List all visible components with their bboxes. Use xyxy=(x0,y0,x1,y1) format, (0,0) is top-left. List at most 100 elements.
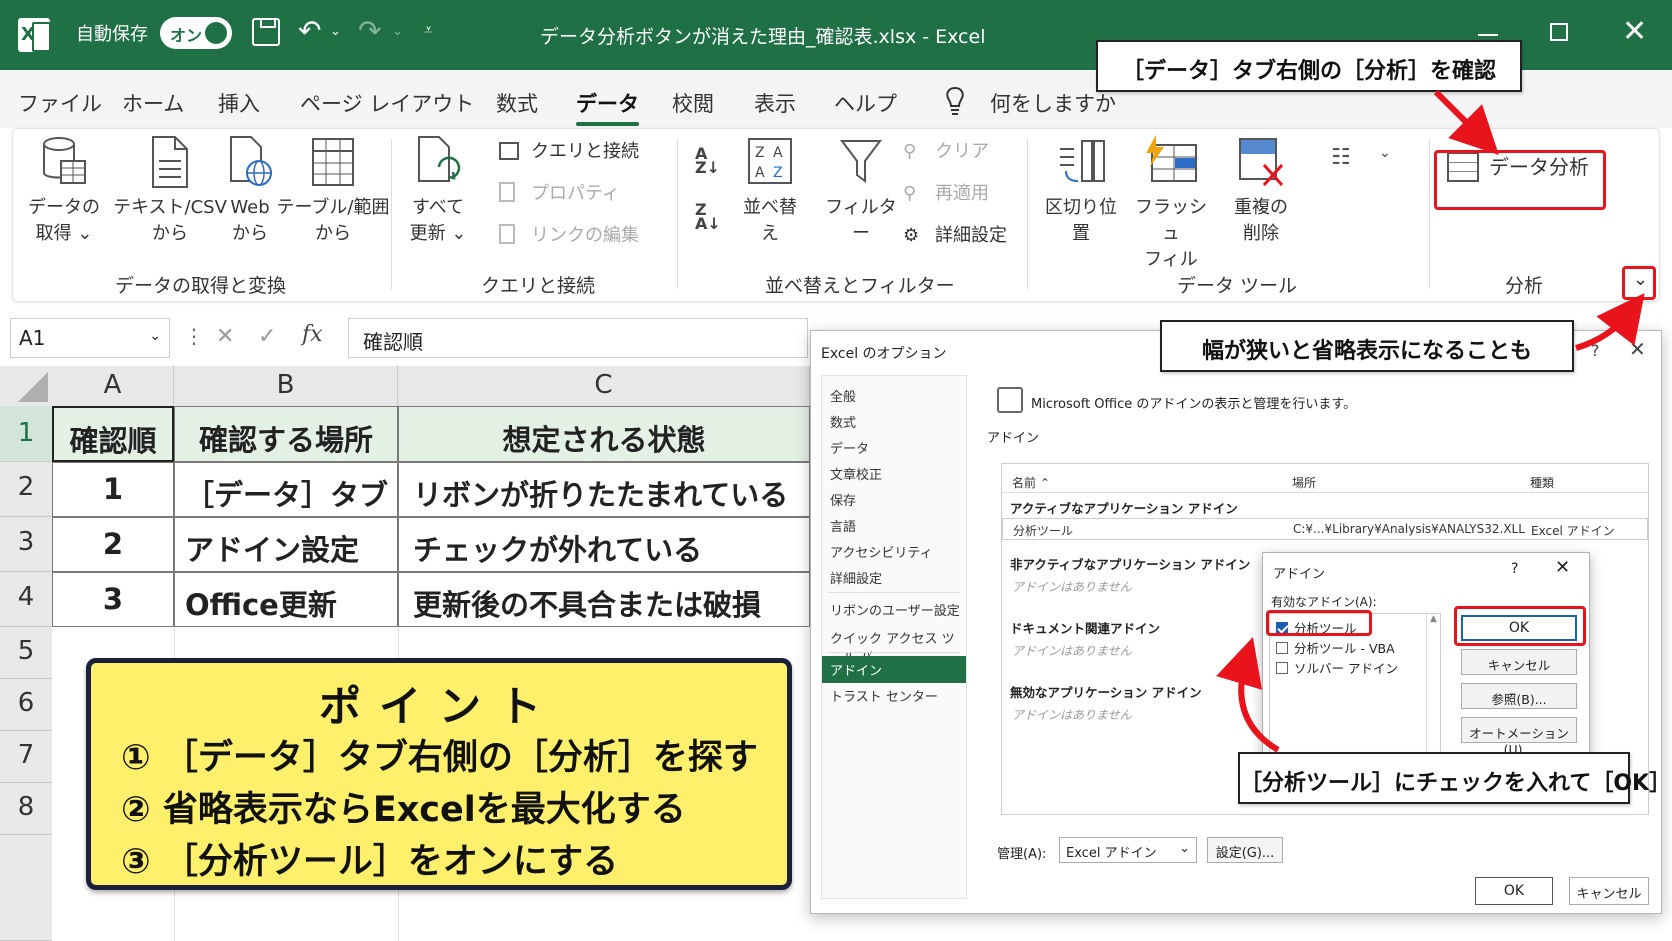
tab-review[interactable]: 校閲 xyxy=(672,88,714,118)
confirm-entry-icon[interactable]: ✓ xyxy=(258,324,276,349)
svg-text:A: A xyxy=(755,165,765,181)
help-icon[interactable]: ? xyxy=(1591,341,1600,360)
options-ok-button[interactable]: OK xyxy=(1475,877,1553,905)
row-header-empty xyxy=(0,835,52,941)
table-row[interactable]: 分析ツール C:¥...¥Library¥Analysis¥ANALYS32.X… xyxy=(1002,518,1648,540)
close-window-button[interactable]: ✕ xyxy=(1622,14,1647,49)
column-header-a[interactable]: A xyxy=(52,366,174,406)
row-header-1[interactable]: 1 xyxy=(0,406,52,462)
advanced-filter-button[interactable]: ⚙ 詳細設定 xyxy=(903,221,1007,247)
maximize-button[interactable] xyxy=(1550,23,1568,41)
browse-button[interactable]: 参照(B)... xyxy=(1461,683,1577,709)
row-header-8[interactable]: 8 xyxy=(0,783,52,835)
cell-b4[interactable]: Office更新 xyxy=(174,572,398,627)
insert-function-icon[interactable]: fx xyxy=(302,322,323,347)
tab-view[interactable]: 表示 xyxy=(754,88,796,118)
undo-chevron-down-icon[interactable]: ⌄ xyxy=(330,24,341,39)
cell-c1[interactable]: 想定される状態 xyxy=(398,406,810,462)
highlight-ribbon-expand xyxy=(1622,266,1656,300)
nav-item-save[interactable]: 保存 xyxy=(830,490,856,509)
tab-page-layout[interactable]: ページ レイアウト xyxy=(300,88,474,118)
row-header-3[interactable]: 3 xyxy=(0,517,52,572)
row-header-6[interactable]: 6 xyxy=(0,679,52,731)
nav-item-addins[interactable]: アドイン xyxy=(822,656,966,683)
col-header-location[interactable]: 場所 xyxy=(1292,474,1316,491)
autosave-toggle[interactable]: オン xyxy=(160,17,232,49)
cell-b1[interactable]: 確認する場所 xyxy=(174,406,398,462)
nav-item-proofing[interactable]: 文章校正 xyxy=(830,464,882,483)
minimize-button[interactable] xyxy=(1478,34,1498,36)
nav-item-trust-center[interactable]: トラスト センター xyxy=(830,686,938,705)
tab-file[interactable]: ファイル xyxy=(18,88,102,118)
nav-item-customize-ribbon[interactable]: リボンのユーザー設定 xyxy=(830,600,960,619)
cell-a3[interactable]: 2 xyxy=(52,517,174,572)
save-icon[interactable] xyxy=(252,18,280,46)
get-data-button[interactable]: データの 取得 ⌄ xyxy=(27,135,101,247)
row-header-7[interactable]: 7 xyxy=(0,731,52,783)
data-validation-chevron-down-icon[interactable]: ⌄ xyxy=(1379,145,1391,161)
nav-item-accessibility[interactable]: アクセシビリティ xyxy=(830,542,933,561)
name-box-chevron-down-icon[interactable]: ⌄ xyxy=(149,328,161,344)
data-validation-icon[interactable]: ☷ xyxy=(1331,145,1367,175)
undo-icon[interactable]: ↶ xyxy=(298,14,321,47)
automation-button[interactable]: オートメーション(U)... xyxy=(1461,717,1577,757)
nav-item-advanced[interactable]: 詳細設定 xyxy=(830,568,882,587)
nav-item-general[interactable]: 全般 xyxy=(830,386,856,405)
col-header-type[interactable]: 種類 xyxy=(1530,474,1554,491)
cell-c2[interactable]: リボンが折りたたまれている xyxy=(398,462,810,517)
redo-icon[interactable]: ↷ xyxy=(358,14,381,47)
cancel-entry-icon[interactable]: ✕ xyxy=(216,324,234,349)
nav-item-data[interactable]: データ xyxy=(830,438,869,457)
nav-item-formulas[interactable]: 数式 xyxy=(830,412,856,431)
formula-input[interactable]: 確認順 xyxy=(348,318,808,358)
redo-chevron-down-icon[interactable]: ⌄ xyxy=(392,24,403,39)
from-text-csv-button[interactable]: テキスト/CSV から xyxy=(111,135,229,247)
manage-select[interactable]: Excel アドイン ⌄ xyxy=(1059,837,1197,863)
cell-b2[interactable]: ［データ］タブ xyxy=(174,462,398,517)
addins-cancel-button[interactable]: キャンセル xyxy=(1461,649,1577,675)
cell-b3[interactable]: アドイン設定 xyxy=(174,517,398,572)
select-all-corner[interactable] xyxy=(0,366,52,406)
sort-za-icon[interactable]: Z A↓ xyxy=(695,202,721,232)
nav-item-language[interactable]: 言語 xyxy=(830,516,856,535)
customize-quick-access-icon[interactable]: ⩡ xyxy=(424,20,433,40)
row-header-4[interactable]: 4 xyxy=(0,572,52,627)
tab-help[interactable]: ヘルプ xyxy=(834,88,897,118)
col-header-name[interactable]: 名前 ⌃ xyxy=(1012,474,1050,491)
tab-insert[interactable]: 挿入 xyxy=(218,88,260,118)
sort-button[interactable]: ZA AZ 並べ替え xyxy=(735,135,805,247)
refresh-all-button[interactable]: すべて 更新 ⌄ xyxy=(405,135,471,247)
column-header-c[interactable]: C xyxy=(398,366,810,406)
name-box[interactable]: A1 ⌄ xyxy=(10,318,170,358)
remove-duplicates-button[interactable]: 重複の 削除 xyxy=(1225,135,1297,247)
flash-fill-button[interactable]: フラッシュ フィル xyxy=(1131,135,1211,273)
options-close-icon[interactable]: ✕ xyxy=(1629,337,1646,361)
addin-checkbox-analysis-toolpak-vba[interactable]: 分析ツール - VBA xyxy=(1276,638,1395,657)
sort-az-icon[interactable]: A Z↓ xyxy=(695,146,720,176)
row-header-2[interactable]: 2 xyxy=(0,462,52,517)
text-to-columns-button[interactable]: 区切り位置 xyxy=(1037,135,1125,247)
tab-formulas[interactable]: 数式 xyxy=(496,88,538,118)
options-cancel-button[interactable]: キャンセル xyxy=(1569,877,1649,905)
checkbox[interactable] xyxy=(1276,662,1288,674)
queries-label: クエリと接続 xyxy=(531,141,639,162)
tab-data[interactable]: データ xyxy=(576,88,639,126)
cell-a4[interactable]: 3 xyxy=(52,572,174,627)
list-scrollbar[interactable]: ▲ xyxy=(1426,614,1440,752)
row-header-5[interactable]: 5 xyxy=(0,627,52,679)
addin-checkbox-solver[interactable]: ソルバー アドイン xyxy=(1276,658,1398,677)
column-header-b[interactable]: B xyxy=(174,366,398,406)
queries-connections-button[interactable]: クエリと接続 xyxy=(499,137,639,163)
filter-button[interactable]: フィルター xyxy=(819,135,903,247)
from-table-range-button[interactable]: テーブル/範囲 から xyxy=(271,135,395,247)
cell-c4[interactable]: 更新後の不具合または破損 xyxy=(398,572,810,627)
cell-c3[interactable]: チェックが外れている xyxy=(398,517,810,572)
cell-a1[interactable]: 確認順 xyxy=(52,406,174,462)
tell-me-search[interactable]: 何をしますか xyxy=(990,88,1116,118)
checkbox[interactable] xyxy=(1276,642,1288,654)
go-button[interactable]: 設定(G)... xyxy=(1207,837,1283,863)
help-icon[interactable]: ? xyxy=(1511,561,1518,577)
addins-close-icon[interactable]: ✕ xyxy=(1555,557,1570,578)
tab-home[interactable]: ホーム xyxy=(122,88,184,118)
cell-a2[interactable]: 1 xyxy=(52,462,174,517)
